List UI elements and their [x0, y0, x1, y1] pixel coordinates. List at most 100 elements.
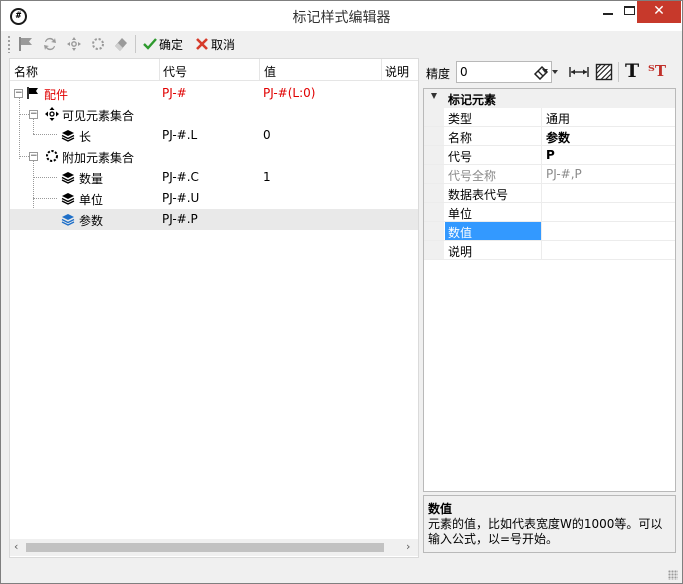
property-row-table-code[interactable]: 数据表代号 [424, 184, 675, 203]
property-name: 名称 [445, 127, 542, 145]
flag-icon[interactable] [17, 35, 35, 53]
property-name-selected: 数值 [445, 222, 542, 240]
status-bar [1, 561, 682, 583]
column-divider[interactable] [259, 59, 260, 81]
toolbar-grip[interactable] [7, 35, 11, 53]
collapse-toggle[interactable]: − [29, 110, 38, 119]
refresh-icon[interactable] [41, 35, 59, 53]
main-toolbar: 确定 取消 [1, 31, 682, 57]
tree-row-code: PJ-#.L [162, 128, 198, 142]
property-row-note[interactable]: 说明 [424, 241, 675, 260]
toolbar-separator [135, 35, 136, 53]
tree-row-length[interactable]: 长 PJ-#.L 0 [10, 125, 418, 146]
property-row-code[interactable]: 代号 P [424, 146, 675, 165]
collapse-toggle[interactable]: − [29, 152, 38, 161]
format-toolbar: 精度 0 T ᵀT [423, 58, 676, 86]
element-tree[interactable]: 名称 代号 值 说明 − 配件 PJ-# PJ-#(L:0) − 可见元素集合 … [9, 58, 419, 558]
tree-row-label: 配件 [44, 88, 69, 102]
text-style-alt-icon[interactable]: ᵀT [648, 62, 666, 80]
flag-icon [27, 87, 38, 99]
resize-grip-icon[interactable] [668, 570, 678, 580]
extra-set-icon [46, 150, 58, 162]
tree-row-label: 长 [79, 130, 92, 144]
horizontal-scrollbar[interactable]: ‹ › [10, 539, 418, 556]
tree-row-value: PJ-#(L:0) [263, 86, 316, 100]
property-value[interactable]: 通用 [546, 110, 570, 127]
property-panel: 精度 0 T ᵀT 标记元素 类型 通用 名称 参数 代号 P 代号全称 PJ-… [423, 58, 676, 553]
checkmark-icon[interactable] [141, 35, 159, 53]
close-icon: ✕ [653, 3, 665, 19]
visible-set-icon[interactable] [65, 35, 83, 53]
property-row-gutter [424, 184, 444, 202]
property-name: 说明 [445, 241, 542, 259]
description-text: 元素的值，比如代表宽度W的1000等。可以输入公式，以=号开始。 [428, 517, 663, 546]
property-row-type[interactable]: 类型 通用 [424, 108, 675, 127]
property-row-gutter [424, 165, 444, 183]
toolbar-separator [618, 62, 619, 82]
visible-set-icon [45, 107, 59, 121]
column-value[interactable]: 值 [264, 63, 276, 80]
property-row-gutter [424, 241, 444, 259]
tree-row-label: 附加元素集合 [62, 151, 135, 165]
property-row-gutter [424, 146, 444, 164]
scroll-left-icon[interactable]: ‹ [14, 540, 18, 553]
tree-row-extra-set[interactable]: − 附加元素集合 [10, 146, 418, 167]
property-row-name[interactable]: 名称 参数 [424, 127, 675, 146]
description-title: 数值 [428, 502, 453, 516]
text-style-icon[interactable]: T [625, 60, 639, 82]
tree-row-root[interactable]: − 配件 PJ-# PJ-#(L:0) [10, 83, 418, 104]
collapse-toggle[interactable]: − [14, 89, 23, 98]
column-name[interactable]: 名称 [14, 63, 38, 80]
description-box: 数值 元素的值，比如代表宽度W的1000等。可以输入公式，以=号开始。 [423, 495, 676, 553]
column-divider[interactable] [381, 59, 382, 81]
layers-icon [61, 130, 75, 142]
layers-icon [61, 214, 75, 226]
chevron-down-icon[interactable] [552, 70, 558, 74]
editor-window: # 标记样式编辑器 ✕ 确定 取消 名称 代号 值 说明 − 配件 PJ-# P… [0, 0, 683, 584]
column-divider[interactable] [159, 59, 160, 81]
column-code[interactable]: 代号 [163, 63, 187, 80]
window-title: 标记样式编辑器 [292, 10, 391, 26]
layers-icon [61, 172, 75, 184]
precision-label: 精度 [426, 67, 451, 81]
property-row-fullcode[interactable]: 代号全称 PJ-#,P [424, 165, 675, 184]
property-row-unit[interactable]: 单位 [424, 203, 675, 222]
property-value[interactable]: 参数 [546, 129, 570, 146]
scroll-right-icon[interactable]: › [406, 540, 410, 553]
tree-row-param[interactable]: 参数 PJ-#.P [10, 209, 418, 230]
dimension-width-icon[interactable] [568, 64, 590, 80]
column-note[interactable]: 说明 [385, 63, 409, 80]
property-name: 单位 [445, 203, 542, 221]
extra-set-icon[interactable] [89, 35, 107, 53]
cancel-button[interactable]: 取消 [211, 36, 235, 53]
category-collapse-icon[interactable] [431, 93, 437, 99]
property-value: PJ-#,P [546, 167, 582, 181]
eraser-icon[interactable] [533, 64, 549, 80]
tree-row-quantity[interactable]: 数量 PJ-#.C 1 [10, 167, 418, 188]
property-row-value[interactable]: 数值 [424, 222, 675, 241]
property-name: 数据表代号 [445, 184, 542, 202]
cancel-x-icon[interactable] [193, 35, 211, 53]
tree-row-code: PJ-#.P [162, 212, 198, 226]
maximize-icon [623, 6, 635, 15]
property-row-gutter [424, 222, 444, 240]
hatch-fill-icon[interactable] [595, 63, 613, 81]
close-button[interactable]: ✕ [637, 1, 681, 23]
property-value[interactable]: P [546, 148, 555, 162]
scrollbar-thumb[interactable] [26, 543, 384, 552]
property-name: 代号全称 [445, 165, 542, 183]
property-row-gutter [424, 203, 444, 221]
category-label: 标记元素 [448, 93, 497, 107]
property-grid[interactable]: 标记元素 类型 通用 名称 参数 代号 P 代号全称 PJ-#,P 数据表代号 … [423, 88, 676, 492]
tree-row-visible-set[interactable]: − 可见元素集合 [10, 104, 418, 125]
tree-row-unit[interactable]: 单位 PJ-#.U [10, 188, 418, 209]
property-category[interactable]: 标记元素 [424, 89, 675, 108]
tree-row-label: 数量 [79, 172, 104, 186]
ok-button[interactable]: 确定 [159, 36, 183, 53]
tree-row-label: 参数 [79, 214, 104, 228]
minimize-icon [603, 13, 613, 15]
property-name: 类型 [445, 108, 542, 126]
eraser-icon[interactable] [112, 35, 130, 53]
property-row-gutter [424, 127, 444, 145]
precision-value: 0 [460, 65, 468, 79]
